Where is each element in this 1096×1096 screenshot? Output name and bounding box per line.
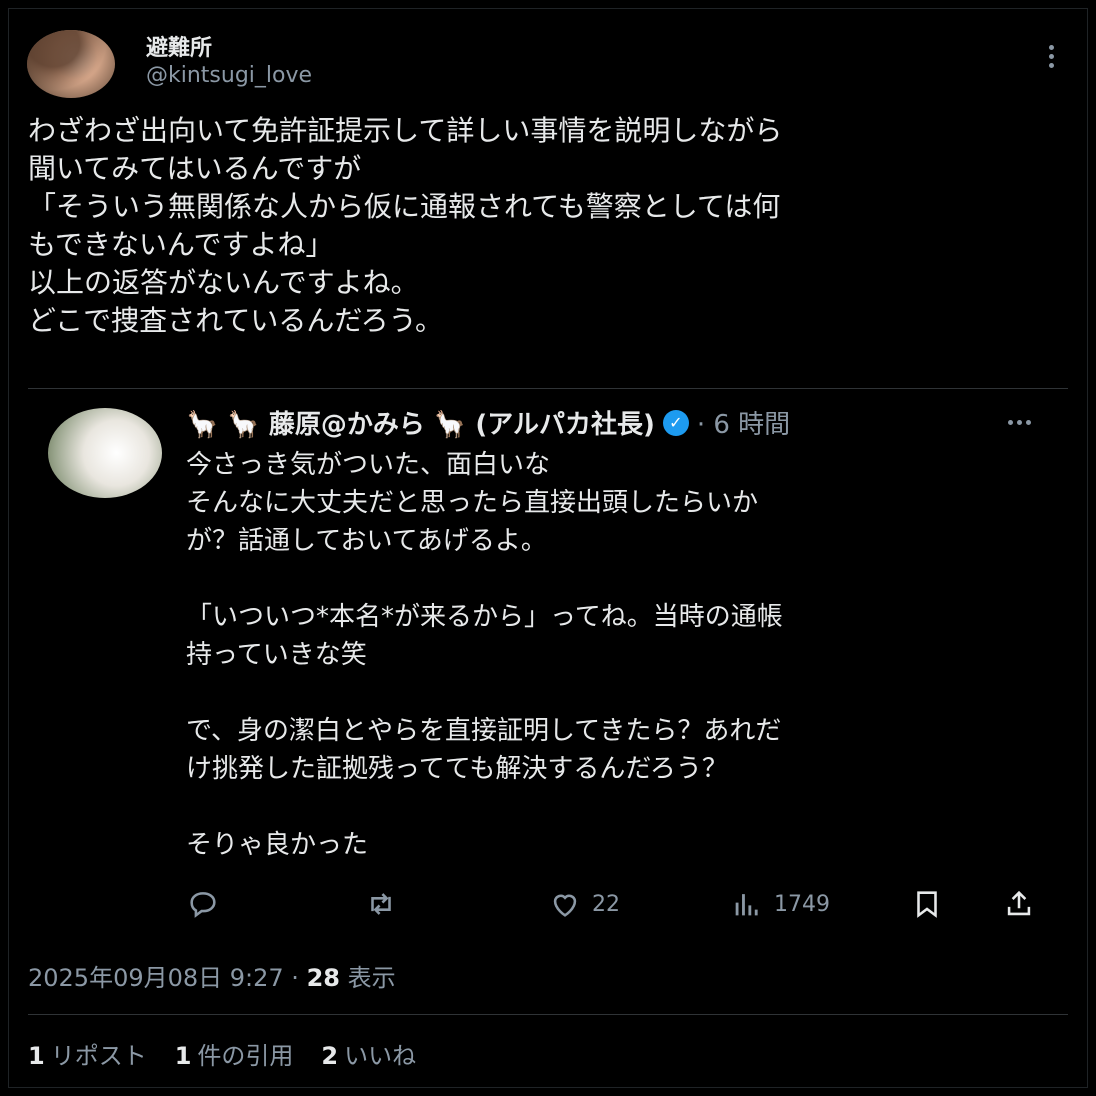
divider bbox=[28, 1014, 1068, 1015]
likes-stat[interactable]: 2 いいね bbox=[321, 1036, 416, 1071]
tweet-text: わざわざ出向いて免許証提示して詳しい事情を説明しながら 聞いてみてはいるんですが… bbox=[28, 114, 783, 337]
author-avatar[interactable] bbox=[27, 30, 115, 98]
engagement-stats: 1 リポスト 1 件の引用 2 いいね bbox=[28, 1036, 416, 1071]
tweet-views-count: 28 bbox=[306, 964, 340, 992]
quoted-more-icon[interactable] bbox=[1008, 420, 1031, 425]
action-bar: 22 1749 bbox=[186, 884, 1046, 924]
views-button[interactable]: 1749 bbox=[730, 884, 830, 924]
quotes-label: 件の引用 bbox=[197, 1042, 294, 1070]
tweet-meta: 2025年09月08日 9:27 · 28 表示 bbox=[28, 958, 396, 993]
reposts-stat[interactable]: 1 リポスト bbox=[28, 1036, 147, 1071]
views-icon bbox=[735, 894, 758, 916]
share-button[interactable] bbox=[1002, 884, 1036, 924]
reply-button[interactable] bbox=[186, 884, 220, 924]
share-icon bbox=[1007, 890, 1031, 916]
retweet-icon bbox=[371, 893, 391, 915]
like-icon bbox=[553, 894, 577, 917]
reposts-count: 1 bbox=[28, 1042, 45, 1070]
divider bbox=[28, 388, 1068, 389]
quoted-time[interactable]: · 6 時間 bbox=[697, 404, 790, 441]
quoted-avatar[interactable] bbox=[48, 408, 162, 498]
quoted-text: 今さっき気がついた、面白いな そんなに大丈夫だと思ったら直接出頭したらいか が？… bbox=[186, 450, 783, 860]
like-button[interactable]: 22 bbox=[548, 884, 620, 924]
likes-label: いいね bbox=[344, 1042, 417, 1070]
quoted-header: 🦙 🦙 藤原@かみら 🦙 (アルパカ社長) ✓ · 6 時間 bbox=[186, 404, 790, 441]
author-display-name[interactable]: 避難所 bbox=[146, 30, 212, 62]
retweet-button[interactable] bbox=[364, 884, 398, 924]
bookmark-button[interactable] bbox=[910, 884, 944, 924]
more-icon[interactable] bbox=[1040, 40, 1062, 72]
reposts-label: リポスト bbox=[50, 1042, 147, 1070]
quoted-display-name[interactable]: 🦙 🦙 藤原@かみら 🦙 (アルパカ社長) bbox=[186, 404, 655, 441]
quotes-count: 1 bbox=[174, 1042, 192, 1070]
like-count: 22 bbox=[592, 891, 620, 917]
likes-count: 2 bbox=[321, 1042, 339, 1070]
reply-icon bbox=[190, 892, 216, 918]
author-handle[interactable]: @kintsugi_love bbox=[146, 63, 312, 88]
views-count: 1749 bbox=[774, 891, 830, 917]
verified-icon: ✓ bbox=[662, 409, 689, 436]
tweet-timestamp[interactable]: 2025年09月08日 9:27 · bbox=[28, 964, 307, 992]
quotes-stat[interactable]: 1 件の引用 bbox=[175, 1036, 294, 1071]
tweet-views-label: 表示 bbox=[339, 964, 396, 992]
bookmark-icon bbox=[917, 891, 937, 918]
